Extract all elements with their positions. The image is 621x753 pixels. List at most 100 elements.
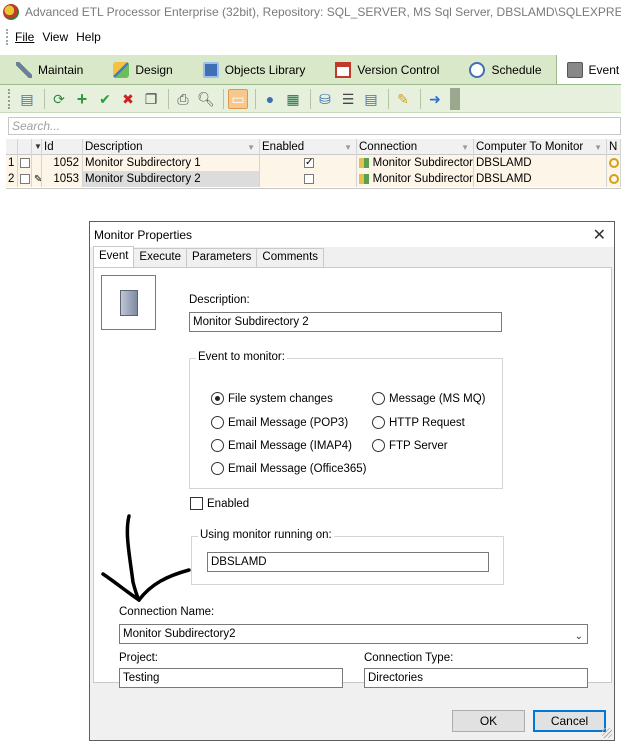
row-number: 2 xyxy=(6,171,18,187)
description-field[interactable]: Monitor Subdirectory 2 xyxy=(189,312,502,332)
row-checkbox[interactable] xyxy=(18,155,32,171)
check-icon[interactable]: ✔ xyxy=(95,89,115,109)
enabled-checkbox[interactable]: Enabled xyxy=(190,497,249,510)
cell-description[interactable]: Monitor Subdirectory 2 xyxy=(83,171,260,187)
tab-version-control[interactable]: Version Control xyxy=(319,56,453,84)
toolbar-separator xyxy=(388,88,389,109)
clock-icon xyxy=(469,62,486,78)
resize-grip[interactable] xyxy=(602,728,612,738)
columns-icon[interactable]: ☰ xyxy=(338,89,358,109)
radio-icon xyxy=(372,392,385,405)
project-label: Project: xyxy=(119,652,158,664)
tab-event-monitor[interactable]: Event Mon xyxy=(555,55,621,84)
radio-email-pop3[interactable]: Email Message (POP3) xyxy=(211,416,348,429)
main-tabs: Maintain Design Objects Library Version … xyxy=(0,55,621,85)
column-header-connection[interactable]: Connection ▼ xyxy=(357,138,474,155)
connection-name-label: Connection Name: xyxy=(119,606,215,618)
column-header-description[interactable]: Description ▼ xyxy=(83,138,260,155)
radio-email-office365[interactable]: Email Message (Office365) xyxy=(211,462,366,475)
tab-design[interactable]: Design xyxy=(97,56,186,84)
tab-objects-library[interactable]: Objects Library xyxy=(187,56,320,84)
close-icon[interactable]: ✕ xyxy=(593,225,606,245)
tab-maintain[interactable]: Maintain xyxy=(0,56,97,84)
more-icon[interactable] xyxy=(450,87,460,110)
connection-icon xyxy=(359,158,369,168)
cell-connection[interactable]: Monitor Subdirector xyxy=(357,171,474,187)
radio-file-system-changes[interactable]: File system changes xyxy=(211,392,333,405)
toolbar-separator xyxy=(420,88,421,109)
tab-parameters[interactable]: Parameters xyxy=(185,248,258,268)
tab-schedule[interactable]: Schedule xyxy=(453,56,555,84)
radio-icon xyxy=(211,416,224,429)
cell-id: 1052 xyxy=(42,155,83,171)
menu-bar: File View Help xyxy=(0,26,621,48)
add-icon[interactable]: + xyxy=(72,89,92,109)
column-header-next[interactable]: N xyxy=(607,138,621,155)
cancel-button[interactable]: Cancel xyxy=(533,710,606,732)
dialog-tabs: Event Execute Parameters Comments xyxy=(93,246,325,268)
menu-view[interactable]: View xyxy=(42,30,68,44)
cell-computer[interactable]: DBSLAMD xyxy=(474,171,607,187)
tab-label: Maintain xyxy=(38,63,84,77)
window-title: Advanced ETL Processor Enterprise (32bit… xyxy=(25,5,621,19)
computer-icon xyxy=(101,275,156,330)
radio-http-request[interactable]: HTTP Request xyxy=(372,416,465,429)
cell-computer[interactable]: DBSLAMD xyxy=(474,155,607,171)
tab-comments[interactable]: Comments xyxy=(256,248,325,268)
cell-description[interactable]: Monitor Subdirectory 1 xyxy=(83,155,260,171)
monitor-host-field[interactable]: DBSLAMD xyxy=(207,552,489,572)
refresh-icon[interactable]: ⟳ xyxy=(49,89,69,109)
using-monitor-group: Using monitor running on: DBSLAMD xyxy=(191,529,504,585)
database-icon[interactable]: ⛁ xyxy=(315,89,335,109)
app-logo-icon xyxy=(3,4,19,20)
arrow-right-icon[interactable]: ➜ xyxy=(425,89,445,109)
title-bar: Advanced ETL Processor Enterprise (32bit… xyxy=(0,0,621,24)
row-edit-cell xyxy=(32,155,42,171)
tab-execute[interactable]: Execute xyxy=(133,248,187,268)
excel-icon[interactable]: ▦ xyxy=(283,89,303,109)
table-row[interactable]: 1 1052 Monitor Subdirectory 1 ✓ Monitor … xyxy=(6,155,621,171)
dialog-title-bar[interactable]: Monitor Properties ✕ xyxy=(90,222,614,247)
table-row[interactable]: 2 ✎ 1053 Monitor Subdirectory 2 Monitor … xyxy=(6,171,621,187)
column-header-computer[interactable]: Computer To Monitor ▼ xyxy=(474,138,607,155)
tab-label: Version Control xyxy=(357,63,440,77)
cell-connection[interactable]: Monitor Subdirector xyxy=(357,155,474,171)
radio-email-imap4[interactable]: Email Message (IMAP4) xyxy=(211,439,352,452)
tab-event[interactable]: Event xyxy=(93,246,135,268)
library-icon xyxy=(202,62,219,78)
menu-grip xyxy=(6,29,9,45)
header-filter[interactable]: ▼ xyxy=(32,138,42,155)
toggle-icon[interactable]: ▭ xyxy=(228,88,248,109)
radio-ftp-server[interactable]: FTP Server xyxy=(372,439,448,452)
event-monitor-icon xyxy=(566,61,583,78)
search-input[interactable]: Search... xyxy=(8,117,621,135)
calendar-icon xyxy=(335,62,352,78)
toolbar-separator xyxy=(310,88,311,109)
radio-message-msmq[interactable]: Message (MS MQ) xyxy=(372,392,486,405)
menu-help[interactable]: Help xyxy=(76,30,101,44)
preview-icon[interactable]: 🔍︎ xyxy=(196,89,216,109)
ok-button[interactable]: OK xyxy=(452,710,525,732)
row-checkbox[interactable] xyxy=(18,171,32,187)
column-header-enabled[interactable]: Enabled ▼ xyxy=(260,138,357,155)
list-icon[interactable]: ▤ xyxy=(361,89,381,109)
connection-name-dropdown[interactable]: Monitor Subdirectory2 ⌄ xyxy=(119,624,588,644)
header-check xyxy=(18,138,32,155)
wrench-icon xyxy=(16,62,32,78)
column-header-id[interactable]: Id xyxy=(42,138,83,155)
checkbox-icon xyxy=(190,497,203,510)
project-field[interactable]: Testing xyxy=(119,668,343,688)
menu-file[interactable]: File xyxy=(15,30,34,44)
user-icon[interactable]: ● xyxy=(260,89,280,109)
cell-enabled-checkbox[interactable] xyxy=(260,171,357,187)
cell-enabled-checkbox[interactable]: ✓ xyxy=(260,155,357,171)
copy-icon[interactable]: ❐ xyxy=(141,89,161,109)
print-icon[interactable]: ⎙ xyxy=(173,89,193,109)
grid-header-row: ▼ Id Description ▼ Enabled ▼ Connection ▼ C… xyxy=(6,138,621,155)
connection-type-field[interactable]: Directories xyxy=(364,668,588,688)
header-indicator xyxy=(6,138,18,155)
cell-next xyxy=(607,155,621,171)
properties-icon[interactable]: ▤ xyxy=(17,89,37,109)
edit-icon[interactable]: ✎ xyxy=(393,89,413,109)
delete-icon[interactable]: ✖ xyxy=(118,89,138,109)
